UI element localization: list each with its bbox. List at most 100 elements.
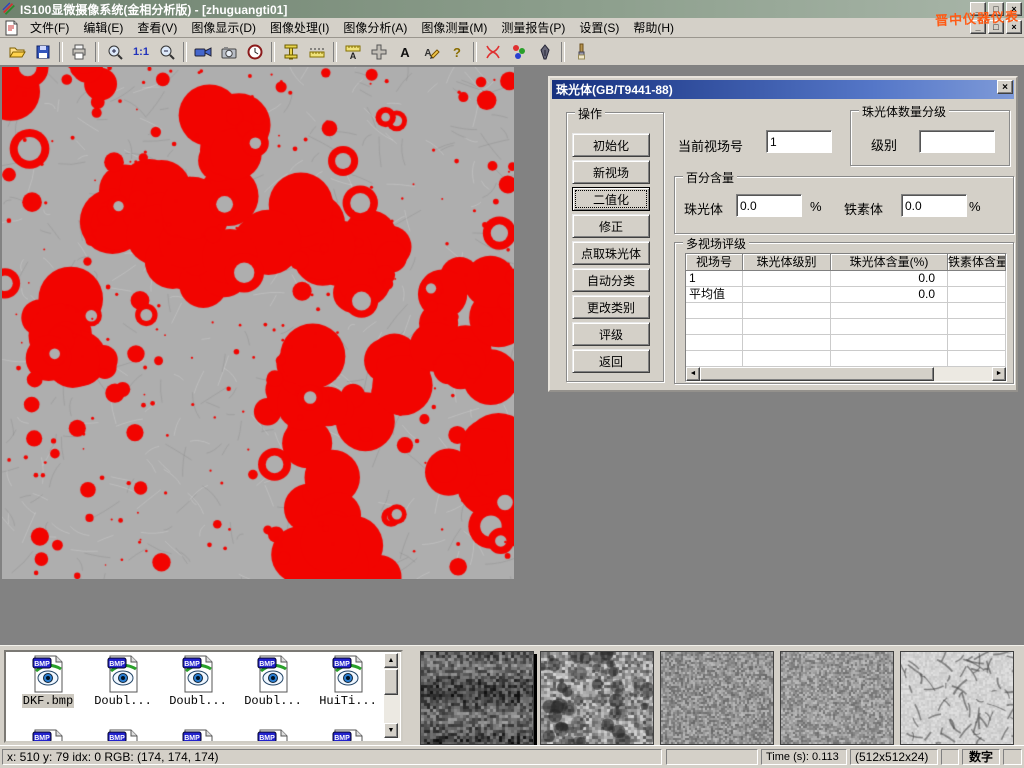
bmp-file-icon: BMP: [106, 655, 140, 693]
print-button[interactable]: [66, 40, 92, 64]
current-view-input[interactable]: [766, 130, 832, 153]
application-window: IS100显微摄像系统(金相分析版) - [zhuguangti01] _ □ …: [0, 0, 1024, 768]
file-name[interactable]: Doubl...: [93, 694, 153, 708]
file-item-partial[interactable]: BMP: [237, 729, 309, 741]
file-item[interactable]: BMP Doubl...: [237, 655, 309, 708]
file-name[interactable]: HuiTi...: [318, 694, 378, 708]
file-item[interactable]: BMP HuiTi...: [312, 655, 384, 708]
svg-text:?: ?: [453, 45, 461, 60]
file-item[interactable]: BMP Doubl...: [87, 655, 159, 708]
menu-image-analysis[interactable]: 图像分析(A): [336, 17, 414, 38]
menu-file[interactable]: 文件(F): [23, 17, 76, 38]
table-row-empty: [686, 335, 1006, 351]
file-item-partial[interactable]: BMP: [12, 729, 84, 741]
help-button[interactable]: ?: [444, 40, 470, 64]
file-name[interactable]: Doubl...: [168, 694, 228, 708]
open-button[interactable]: [4, 40, 30, 64]
camera-capture-button[interactable]: [216, 40, 242, 64]
level-input[interactable]: [919, 130, 995, 153]
ruler-button[interactable]: [304, 40, 330, 64]
scrollbar-thumb[interactable]: [384, 669, 398, 695]
video-camera-icon: [194, 43, 212, 61]
menu-image-process[interactable]: 图像处理(I): [263, 17, 336, 38]
pick-pearlite-button[interactable]: 点取珠光体: [572, 241, 650, 265]
actual-size-button[interactable]: 1:1: [128, 40, 154, 64]
file-name[interactable]: Doubl...: [243, 694, 303, 708]
dialog-title-bar[interactable]: 珠光体(GB/T9441-88): [552, 80, 1014, 99]
metallographic-image[interactable]: [2, 67, 514, 579]
percent-group: 百分含量 珠光体 % 铁素体 %: [674, 176, 1014, 234]
app-icon: [2, 2, 16, 16]
binarize-button[interactable]: 二值化: [572, 187, 650, 211]
correct-button[interactable]: 修正: [572, 214, 650, 238]
question-mark-icon: ?: [448, 43, 466, 61]
save-button[interactable]: [30, 40, 56, 64]
pearlite-percent-input[interactable]: [736, 194, 802, 217]
new-view-button[interactable]: 新视场: [572, 160, 650, 184]
text-edit-button[interactable]: A: [418, 40, 444, 64]
thumbnail-3[interactable]: [660, 651, 774, 745]
current-view-label: 当前视场号: [678, 136, 743, 155]
file-item-partial[interactable]: BMP: [312, 729, 384, 741]
curve-tool-button[interactable]: [480, 40, 506, 64]
video-capture-button[interactable]: [190, 40, 216, 64]
caliper-button[interactable]: [278, 40, 304, 64]
table-h-scrollbar[interactable]: ◄ ►: [686, 367, 1006, 381]
file-name[interactable]: DKF.bmp: [22, 694, 74, 708]
file-item-partial[interactable]: BMP: [162, 729, 234, 741]
zoom-in-button[interactable]: [102, 40, 128, 64]
dialog-close-button[interactable]: ×: [997, 80, 1013, 94]
measure-text-button[interactable]: A: [340, 40, 366, 64]
menu-help[interactable]: 帮助(H): [626, 17, 681, 38]
cell-level: [743, 271, 831, 287]
status-resize-grip: [1003, 749, 1022, 765]
file-item-partial[interactable]: BMP: [87, 729, 159, 741]
scroll-down-icon[interactable]: ▼: [384, 723, 398, 738]
bmp-file-icon: BMP: [256, 655, 290, 693]
svg-text:BMP: BMP: [34, 661, 50, 668]
timer-button[interactable]: [242, 40, 268, 64]
bmp-file-icon: BMP: [256, 729, 290, 741]
grade-button[interactable]: 评级: [572, 322, 650, 346]
ruler-a-icon: A: [344, 43, 362, 61]
document-icon[interactable]: [3, 20, 19, 36]
annotate-points-button[interactable]: [506, 40, 532, 64]
table-row[interactable]: 平均值 0.0: [686, 287, 1006, 303]
pen-tool-button[interactable]: [532, 40, 558, 64]
file-item[interactable]: BMP Doubl...: [162, 655, 234, 708]
menu-edit[interactable]: 编辑(E): [76, 17, 130, 38]
change-class-button[interactable]: 更改类别: [572, 295, 650, 319]
menu-view[interactable]: 查看(V): [130, 17, 184, 38]
table-row-empty: [686, 303, 1006, 319]
file-list-scrollbar[interactable]: ▲ ▼: [384, 653, 400, 738]
multiview-table[interactable]: 视场号 珠光体级别 珠光体含量(%) 铁素体含量(%) 1 0.0 平均值: [685, 253, 1007, 382]
file-item[interactable]: BMP DKF.bmp: [12, 655, 84, 708]
thumbnail-5[interactable]: [900, 651, 1014, 745]
thumbnail-4[interactable]: [780, 651, 894, 745]
menu-settings[interactable]: 设置(S): [572, 17, 626, 38]
scroll-up-icon[interactable]: ▲: [384, 653, 398, 668]
initialize-button[interactable]: 初始化: [572, 133, 650, 157]
auto-classify-button[interactable]: 自动分类: [572, 268, 650, 292]
table-row[interactable]: 1 0.0: [686, 271, 1006, 287]
scrollbar-thumb[interactable]: [700, 367, 934, 381]
menu-image-display[interactable]: 图像显示(D): [184, 17, 263, 38]
zoom-out-button[interactable]: [154, 40, 180, 64]
grid-tool-button[interactable]: [366, 40, 392, 64]
svg-text:BMP: BMP: [184, 661, 200, 668]
file-list[interactable]: BMP DKF.bmp BMP Doubl... BMP Doubl... BM…: [4, 650, 403, 743]
toolbar-separator: [561, 42, 565, 62]
scroll-right-icon[interactable]: ►: [992, 367, 1006, 381]
thumbnail-1[interactable]: [420, 651, 534, 745]
svg-text:BMP: BMP: [259, 735, 275, 741]
menu-measure-report[interactable]: 测量报告(P): [494, 17, 572, 38]
multiview-group: 多视场评级 视场号 珠光体级别 珠光体含量(%) 铁素体含量(%) 1 0.0: [674, 242, 1014, 384]
scroll-left-icon[interactable]: ◄: [686, 367, 700, 381]
menu-image-measure[interactable]: 图像测量(M): [414, 17, 494, 38]
thumbnail-2[interactable]: [540, 651, 654, 745]
return-button[interactable]: 返回: [572, 349, 650, 373]
text-button[interactable]: A: [392, 40, 418, 64]
ferrite-percent-input[interactable]: [901, 194, 967, 217]
brush-tool-button[interactable]: [568, 40, 594, 64]
bmp-file-icon: BMP: [181, 729, 215, 741]
